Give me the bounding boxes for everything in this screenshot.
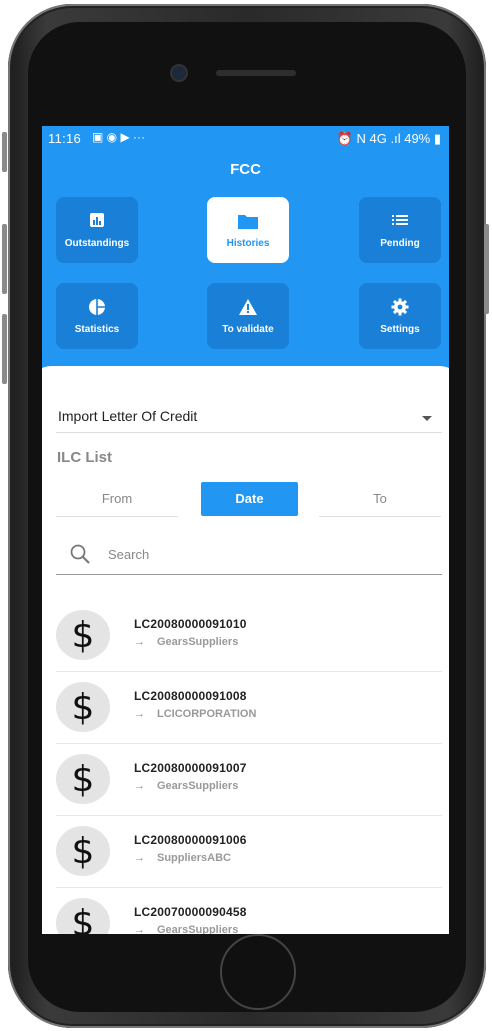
tile-outstandings-label: Outstandings	[64, 238, 130, 249]
status-time: 11:16	[48, 131, 82, 146]
tile-settings[interactable]: Settings	[359, 283, 441, 349]
dollar-icon: $	[56, 610, 110, 660]
tile-settings-label: Settings	[380, 324, 420, 335]
item-beneficiary: GearsSuppliers	[157, 636, 239, 648]
item-code: LC20080000091007	[134, 761, 247, 775]
list-item[interactable]: $ LC20080000091008 → LCICORPORATION	[56, 672, 442, 744]
volume-up-button	[2, 224, 7, 294]
status-bar: 11:16 ▣ ◉ ▶ ··· ⏰ N 4G .ıl 49% ▮	[42, 126, 449, 152]
tile-histories[interactable]: Histories	[207, 197, 289, 263]
item-beneficiary: GearsSuppliers	[157, 924, 239, 934]
power-button	[484, 224, 489, 314]
side-button	[2, 132, 7, 172]
dollar-icon: $	[56, 682, 110, 732]
credit-type-dropdown[interactable]: Import Letter Of Credit	[56, 406, 442, 433]
item-beneficiary-line: → SuppliersABC	[134, 852, 231, 864]
search-bar	[56, 536, 442, 575]
tile-statistics-label: Statistics	[74, 324, 120, 335]
item-beneficiary-line: → GearsSuppliers	[134, 780, 238, 792]
list-title: ILC List	[57, 449, 112, 466]
tile-pending[interactable]: Pending	[359, 197, 441, 263]
dollar-icon: $	[56, 826, 110, 876]
list-item[interactable]: $ LC20080000091010 → GearsSuppliers	[56, 600, 442, 672]
header-area: 11:16 ▣ ◉ ▶ ··· ⏰ N 4G .ıl 49% ▮ FCC Out…	[42, 126, 449, 396]
arrow-icon: →	[134, 852, 145, 864]
arrow-icon: →	[134, 636, 145, 648]
gear-icon	[359, 298, 441, 316]
tile-histories-label: Histories	[226, 238, 270, 249]
tile-to-validate-label: To validate	[222, 324, 274, 335]
app-title: FCC	[230, 161, 261, 178]
chevron-down-icon	[422, 416, 432, 421]
item-beneficiary: SuppliersABC	[157, 852, 231, 864]
arrow-icon: →	[134, 708, 145, 720]
ilc-list: $ LC20080000091010 → GearsSuppliers $ LC2…	[56, 600, 442, 934]
home-button[interactable]	[220, 934, 296, 1010]
item-beneficiary-line: → GearsSuppliers	[134, 924, 238, 934]
app-screen: 11:16 ▣ ◉ ▶ ··· ⏰ N 4G .ıl 49% ▮ FCC Out…	[42, 126, 449, 934]
filter-date[interactable]: Date	[201, 482, 298, 516]
item-beneficiary: LCICORPORATION	[157, 708, 257, 720]
item-code: LC20080000091010	[134, 617, 247, 631]
arrow-icon: →	[134, 780, 145, 792]
earpiece-speaker	[216, 70, 296, 76]
list-item[interactable]: $ LC20080000091006 → SuppliersABC	[56, 816, 442, 888]
item-beneficiary-line: → LCICORPORATION	[134, 708, 256, 720]
list-icon	[359, 212, 441, 230]
list-item[interactable]: $ LC20070000090458 → GearsSuppliers	[56, 888, 442, 934]
item-code: LC20070000090458	[134, 905, 247, 919]
dropdown-value: Import Letter Of Credit	[58, 408, 198, 424]
tile-pending-label: Pending	[380, 238, 420, 249]
status-left-icons: ▣ ◉ ▶ ···	[92, 130, 146, 144]
item-beneficiary: GearsSuppliers	[157, 780, 239, 792]
dollar-icon: $	[56, 754, 110, 804]
tile-statistics[interactable]: Statistics	[56, 283, 138, 349]
list-item[interactable]: $ LC20080000091007 → GearsSuppliers	[56, 744, 442, 816]
folder-icon	[207, 212, 289, 230]
filter-from[interactable]: From	[56, 482, 178, 517]
search-icon	[70, 544, 90, 564]
bar-chart-icon	[56, 212, 138, 230]
search-input[interactable]	[106, 541, 410, 567]
dollar-icon: $	[56, 898, 110, 934]
filter-to[interactable]: To	[319, 482, 441, 517]
volume-down-button	[2, 314, 7, 384]
front-camera	[172, 66, 186, 80]
warning-icon	[207, 298, 289, 316]
tile-outstandings[interactable]: Outstandings	[56, 197, 138, 263]
item-code: LC20080000091008	[134, 689, 247, 703]
status-right-icons: ⏰ N 4G .ıl 49% ▮	[336, 131, 441, 146]
arrow-icon: →	[134, 924, 145, 934]
item-code: LC20080000091006	[134, 833, 247, 847]
pie-chart-icon	[56, 298, 138, 316]
item-beneficiary-line: → GearsSuppliers	[134, 636, 238, 648]
tile-to-validate[interactable]: To validate	[207, 283, 289, 349]
